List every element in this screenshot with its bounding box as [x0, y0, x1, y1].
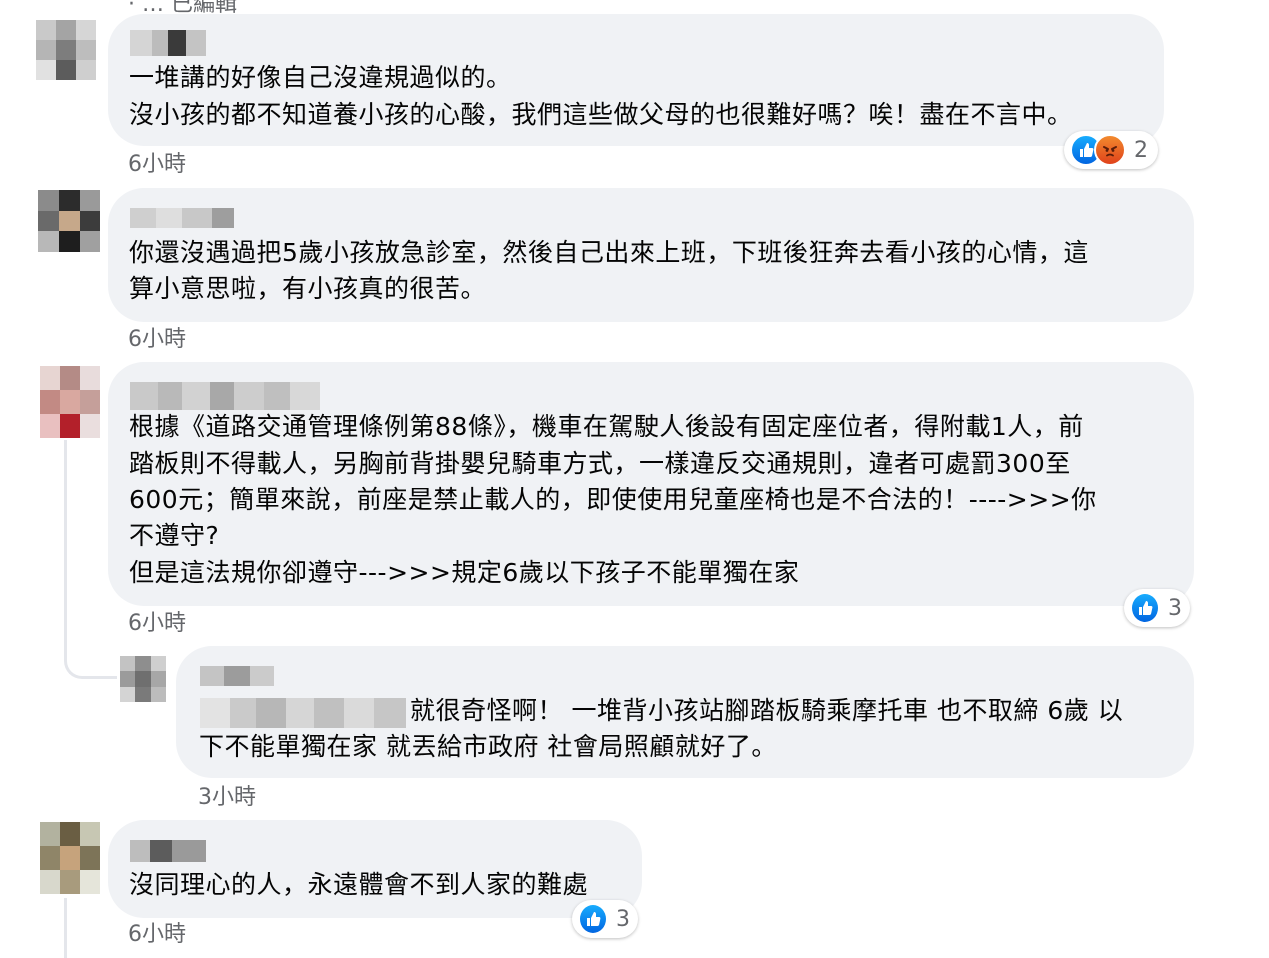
comment-text: 踏板則不得載人，另胸前背掛嬰兒騎車方式，一樣違反交通規則，違者可處罰300至 [129, 449, 1071, 478]
reaction-count: 3 [1168, 595, 1182, 621]
reaction-summary[interactable]: 3 [572, 900, 638, 938]
comment-text: 不遵守? [129, 521, 220, 550]
reaction-count: 2 [1134, 137, 1148, 163]
avatar[interactable] [120, 656, 166, 702]
comment-text: 算小意思啦，有小孩真的很苦。 [129, 274, 487, 303]
comment-text: 你還沒遇過把5歲小孩放急診室，然後自己出來上班，下班後狂奔去看小孩的心情，這 [129, 238, 1089, 267]
avatar[interactable] [38, 190, 100, 252]
comment-time[interactable]: 6小時 [128, 327, 186, 353]
avatar[interactable] [40, 822, 100, 894]
avatar[interactable] [36, 20, 96, 80]
reaction-summary[interactable]: 2 [1064, 131, 1158, 169]
reaction-count: 3 [616, 906, 630, 932]
comment-text: 沒同理心的人，永遠體會不到人家的難處 [129, 870, 589, 899]
commenter-name[interactable] [130, 382, 320, 410]
reaction-summary[interactable]: 3 [1124, 589, 1190, 627]
comment-time[interactable]: 6小時 [128, 611, 186, 637]
angry-icon [1094, 134, 1126, 166]
mentioned-name[interactable] [200, 698, 406, 728]
comment-text: 一堆講的好像自己沒違規過似的。 [129, 63, 512, 92]
comment-text: 600元；簡單來說，前座是禁止載人的，即使使用兒童座椅也是不合法的！---->>… [129, 485, 1097, 514]
avatar[interactable] [40, 366, 100, 438]
comment-time[interactable]: 6小時 [128, 922, 186, 948]
like-icon [1130, 592, 1160, 624]
commenter-name[interactable] [200, 666, 274, 686]
thread-line [64, 898, 67, 958]
reply-text: 下不能單獨在家 就丟給市政府 社會局照顧就好了。 [199, 732, 777, 761]
commenter-name[interactable] [130, 208, 234, 228]
reply-text: 就很奇怪啊！ 一堆背小孩站腳踏板騎乘摩托車 也不取締 6歲 以 [410, 696, 1124, 725]
comment-text: 沒小孩的都不知道養小孩的心酸，我們這些做父母的也很難好嗎？唉！盡在不言中。 [129, 100, 1073, 129]
thread-connector [64, 610, 117, 679]
commenter-name[interactable] [130, 840, 206, 862]
comment-text: 根據《道路交通管理條例第88條》，機車在駕駛人後設有固定座位者，得附載1人，前 [129, 412, 1084, 441]
comment-time[interactable]: 3小時 [198, 785, 256, 811]
comment-text: 但是這法規你卻遵守--->>>規定6歲以下孩子不能單獨在家 [129, 558, 800, 587]
commenter-name[interactable] [130, 30, 206, 56]
like-icon [578, 903, 608, 935]
thread-line [64, 440, 67, 620]
comment-time[interactable]: 6小時 [128, 152, 186, 178]
